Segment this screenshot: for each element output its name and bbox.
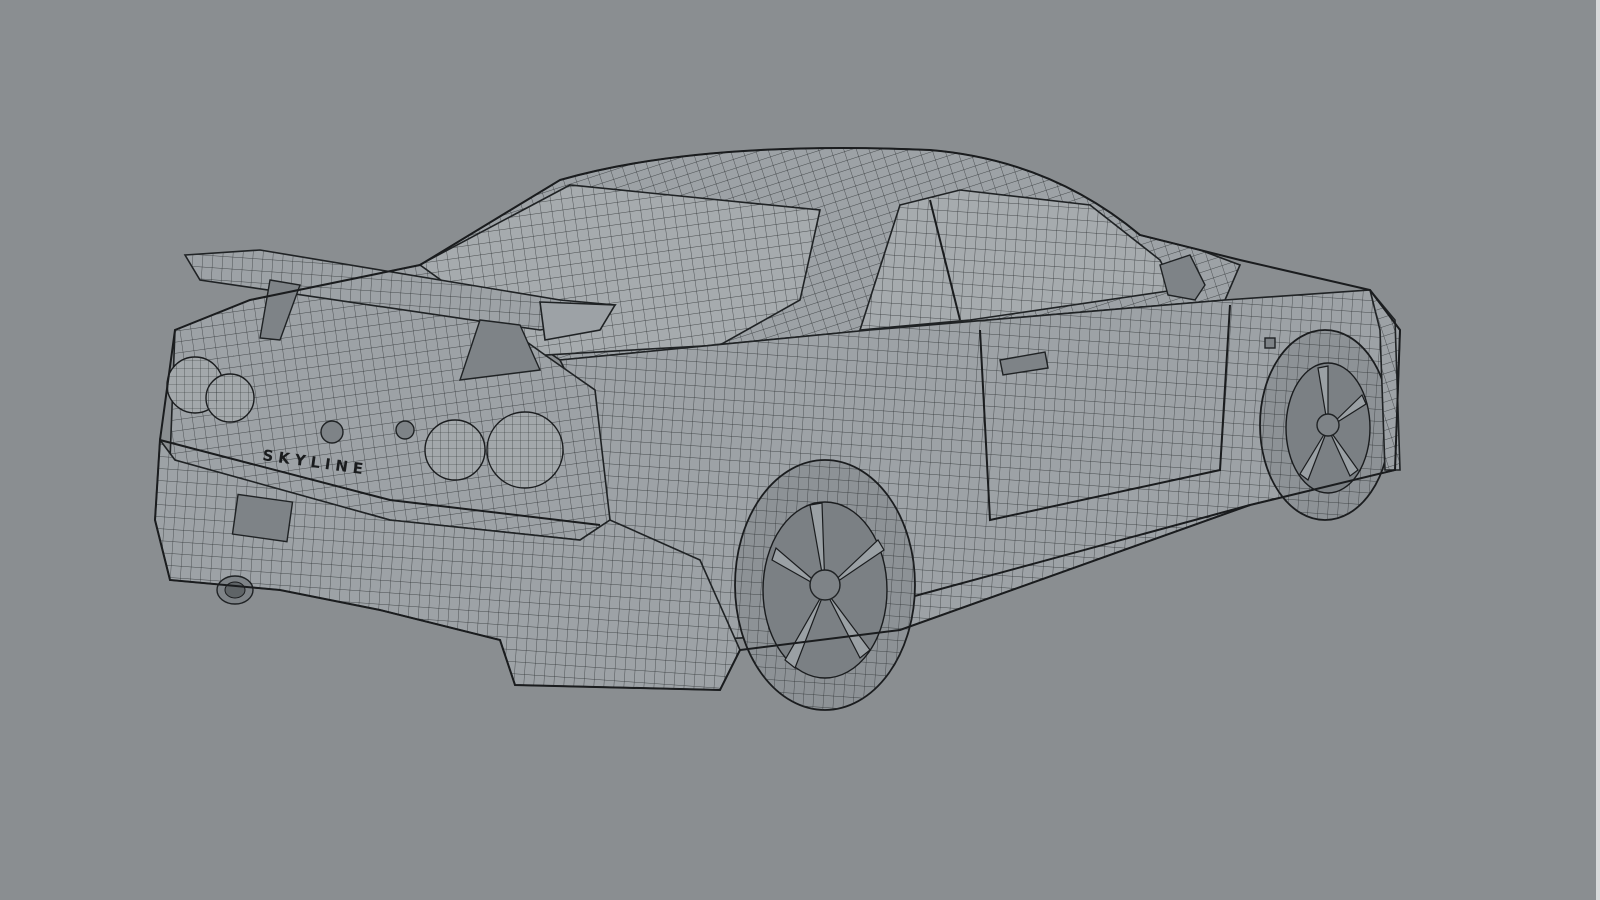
3d-viewport[interactable]: SKYLINE	[0, 0, 1600, 900]
rear-wheel-hub	[809, 569, 841, 601]
license-plate-recess	[231, 493, 294, 543]
side-marker	[1264, 337, 1276, 349]
nissan-emblem	[320, 420, 344, 444]
wireframe-car-model: SKYLINE	[153, 147, 1402, 711]
gtr-emblem	[395, 420, 415, 440]
exhaust-pipe	[216, 575, 254, 605]
viewport-border	[1596, 0, 1600, 900]
front-wheel	[1259, 329, 1391, 521]
rear-wheel	[734, 459, 916, 711]
front-wheel-hub	[1316, 413, 1340, 437]
